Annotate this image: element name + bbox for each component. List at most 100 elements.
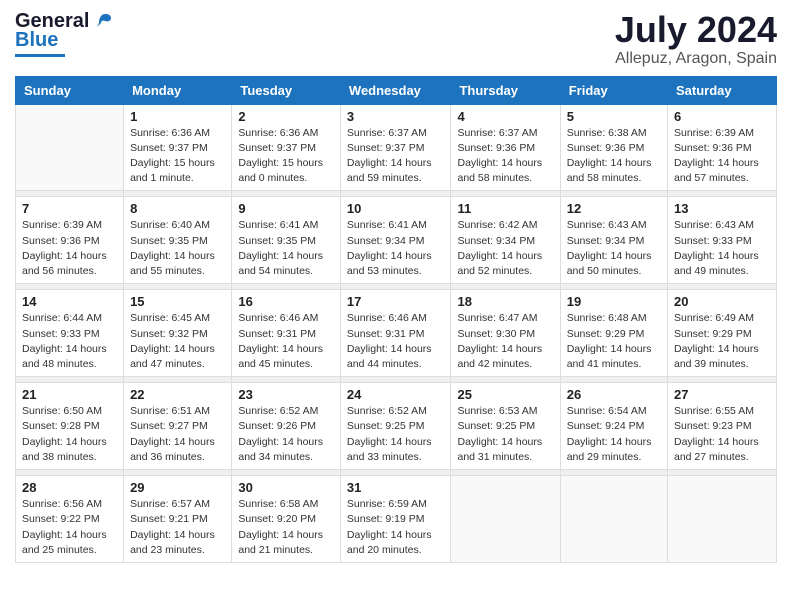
calendar-cell: 5 Sunrise: 6:38 AM Sunset: 9:36 PM Daylig…	[560, 104, 667, 191]
day-info: Sunrise: 6:37 AM Sunset: 9:37 PM Dayligh…	[347, 126, 445, 187]
calendar-cell: 27Sunrise: 6:55 AM Sunset: 9:23 PM Dayli…	[668, 383, 777, 470]
day-number: 8	[130, 201, 225, 216]
day-number: 22	[130, 387, 225, 402]
calendar-week-2: 7 Sunrise: 6:39 AM Sunset: 9:36 PM Daylig…	[16, 197, 777, 284]
calendar-cell	[560, 476, 667, 563]
day-info: Sunrise: 6:36 AM Sunset: 9:37 PM Dayligh…	[238, 126, 334, 187]
calendar-cell: 1 Sunrise: 6:36 AM Sunset: 9:37 PM Daylig…	[124, 104, 232, 191]
calendar-cell: 10Sunrise: 6:41 AM Sunset: 9:34 PM Dayli…	[340, 197, 451, 284]
day-info: Sunrise: 6:41 AM Sunset: 9:34 PM Dayligh…	[347, 218, 445, 279]
day-info: Sunrise: 6:46 AM Sunset: 9:31 PM Dayligh…	[347, 311, 445, 372]
day-info: Sunrise: 6:40 AM Sunset: 9:35 PM Dayligh…	[130, 218, 225, 279]
day-number: 24	[347, 387, 445, 402]
calendar-cell: 15 Sunrise: 6:45 AM Sunset: 9:32 PM Dayli…	[124, 290, 232, 377]
day-number: 18	[457, 294, 553, 309]
weekday-header-friday: Friday	[560, 76, 667, 104]
day-number: 30	[238, 480, 334, 495]
calendar-cell: 14Sunrise: 6:44 AM Sunset: 9:33 PM Dayli…	[16, 290, 124, 377]
day-info: Sunrise: 6:56 AM Sunset: 9:22 PM Dayligh…	[22, 497, 117, 558]
day-number: 6	[674, 109, 770, 124]
calendar-cell: 29 Sunrise: 6:57 AM Sunset: 9:21 PM Dayli…	[124, 476, 232, 563]
calendar-cell: 28Sunrise: 6:56 AM Sunset: 9:22 PM Dayli…	[16, 476, 124, 563]
day-number: 29	[130, 480, 225, 495]
day-info: Sunrise: 6:52 AM Sunset: 9:26 PM Dayligh…	[238, 404, 334, 465]
day-info: Sunrise: 6:51 AM Sunset: 9:27 PM Dayligh…	[130, 404, 225, 465]
calendar-cell: 11Sunrise: 6:42 AM Sunset: 9:34 PM Dayli…	[451, 197, 560, 284]
calendar-cell: 26 Sunrise: 6:54 AM Sunset: 9:24 PM Dayli…	[560, 383, 667, 470]
weekday-header-wednesday: Wednesday	[340, 76, 451, 104]
day-info: Sunrise: 6:47 AM Sunset: 9:30 PM Dayligh…	[457, 311, 553, 372]
calendar-cell: 17 Sunrise: 6:46 AM Sunset: 9:31 PM Dayli…	[340, 290, 451, 377]
day-info: Sunrise: 6:37 AM Sunset: 9:36 PM Dayligh…	[457, 126, 553, 187]
day-number: 25	[457, 387, 553, 402]
weekday-header-monday: Monday	[124, 76, 232, 104]
day-info: Sunrise: 6:46 AM Sunset: 9:31 PM Dayligh…	[238, 311, 334, 372]
calendar-cell: 3Sunrise: 6:37 AM Sunset: 9:37 PM Daylig…	[340, 104, 451, 191]
day-info: Sunrise: 6:58 AM Sunset: 9:20 PM Dayligh…	[238, 497, 334, 558]
calendar-cell: 8 Sunrise: 6:40 AM Sunset: 9:35 PM Daylig…	[124, 197, 232, 284]
calendar-cell: 16 Sunrise: 6:46 AM Sunset: 9:31 PM Dayli…	[232, 290, 341, 377]
calendar-cell	[451, 476, 560, 563]
day-info: Sunrise: 6:45 AM Sunset: 9:32 PM Dayligh…	[130, 311, 225, 372]
weekday-header-sunday: Sunday	[16, 76, 124, 104]
calendar-cell: 18 Sunrise: 6:47 AM Sunset: 9:30 PM Dayli…	[451, 290, 560, 377]
day-number: 26	[567, 387, 661, 402]
day-number: 15	[130, 294, 225, 309]
calendar-cell	[668, 476, 777, 563]
day-number: 21	[22, 387, 117, 402]
day-number: 23	[238, 387, 334, 402]
title-area: July 2024 Allepuz, Aragon, Spain	[615, 10, 777, 68]
day-info: Sunrise: 6:41 AM Sunset: 9:35 PM Dayligh…	[238, 218, 334, 279]
logo: General Blue	[15, 10, 113, 57]
calendar-cell: 7 Sunrise: 6:39 AM Sunset: 9:36 PM Daylig…	[16, 197, 124, 284]
day-info: Sunrise: 6:49 AM Sunset: 9:29 PM Dayligh…	[674, 311, 770, 372]
day-number: 1	[130, 109, 225, 124]
calendar-cell: 21 Sunrise: 6:50 AM Sunset: 9:28 PM Dayli…	[16, 383, 124, 470]
day-number: 19	[567, 294, 661, 309]
calendar-cell: 31Sunrise: 6:59 AM Sunset: 9:19 PM Dayli…	[340, 476, 451, 563]
day-number: 14	[22, 294, 117, 309]
day-number: 16	[238, 294, 334, 309]
calendar-cell: 4 Sunrise: 6:37 AM Sunset: 9:36 PM Daylig…	[451, 104, 560, 191]
day-info: Sunrise: 6:38 AM Sunset: 9:36 PM Dayligh…	[567, 126, 661, 187]
location-title: Allepuz, Aragon, Spain	[615, 50, 777, 68]
day-info: Sunrise: 6:36 AM Sunset: 9:37 PM Dayligh…	[130, 126, 225, 187]
calendar-cell: 20 Sunrise: 6:49 AM Sunset: 9:29 PM Dayli…	[668, 290, 777, 377]
calendar-cell: 30 Sunrise: 6:58 AM Sunset: 9:20 PM Dayli…	[232, 476, 341, 563]
calendar-cell: 9Sunrise: 6:41 AM Sunset: 9:35 PM Daylig…	[232, 197, 341, 284]
day-number: 7	[22, 201, 117, 216]
calendar-cell: 25 Sunrise: 6:53 AM Sunset: 9:25 PM Dayli…	[451, 383, 560, 470]
weekday-header-tuesday: Tuesday	[232, 76, 341, 104]
day-info: Sunrise: 6:50 AM Sunset: 9:28 PM Dayligh…	[22, 404, 117, 465]
calendar-cell: 19Sunrise: 6:48 AM Sunset: 9:29 PM Dayli…	[560, 290, 667, 377]
calendar-cell: 22 Sunrise: 6:51 AM Sunset: 9:27 PM Dayli…	[124, 383, 232, 470]
month-title: July 2024	[615, 10, 777, 50]
calendar-cell: 13 Sunrise: 6:43 AM Sunset: 9:33 PM Dayli…	[668, 197, 777, 284]
day-number: 17	[347, 294, 445, 309]
calendar-cell	[16, 104, 124, 191]
day-number: 12	[567, 201, 661, 216]
day-info: Sunrise: 6:59 AM Sunset: 9:19 PM Dayligh…	[347, 497, 445, 558]
calendar-cell: 12 Sunrise: 6:43 AM Sunset: 9:34 PM Dayli…	[560, 197, 667, 284]
calendar-week-4: 21 Sunrise: 6:50 AM Sunset: 9:28 PM Dayli…	[16, 383, 777, 470]
day-number: 4	[457, 109, 553, 124]
day-number: 2	[238, 109, 334, 124]
weekday-header-saturday: Saturday	[668, 76, 777, 104]
day-info: Sunrise: 6:39 AM Sunset: 9:36 PM Dayligh…	[22, 218, 117, 279]
day-number: 11	[457, 201, 553, 216]
day-info: Sunrise: 6:43 AM Sunset: 9:33 PM Dayligh…	[674, 218, 770, 279]
day-info: Sunrise: 6:53 AM Sunset: 9:25 PM Dayligh…	[457, 404, 553, 465]
day-number: 20	[674, 294, 770, 309]
day-info: Sunrise: 6:52 AM Sunset: 9:25 PM Dayligh…	[347, 404, 445, 465]
calendar-cell: 23 Sunrise: 6:52 AM Sunset: 9:26 PM Dayli…	[232, 383, 341, 470]
calendar-table: SundayMondayTuesdayWednesdayThursdayFrid…	[15, 76, 777, 563]
day-info: Sunrise: 6:43 AM Sunset: 9:34 PM Dayligh…	[567, 218, 661, 279]
day-info: Sunrise: 6:57 AM Sunset: 9:21 PM Dayligh…	[130, 497, 225, 558]
header: General Blue July 2024 Allepuz, Aragon, …	[15, 10, 777, 68]
day-info: Sunrise: 6:55 AM Sunset: 9:23 PM Dayligh…	[674, 404, 770, 465]
day-number: 13	[674, 201, 770, 216]
calendar-week-5: 28Sunrise: 6:56 AM Sunset: 9:22 PM Dayli…	[16, 476, 777, 563]
weekday-header-thursday: Thursday	[451, 76, 560, 104]
day-number: 5	[567, 109, 661, 124]
day-info: Sunrise: 6:54 AM Sunset: 9:24 PM Dayligh…	[567, 404, 661, 465]
